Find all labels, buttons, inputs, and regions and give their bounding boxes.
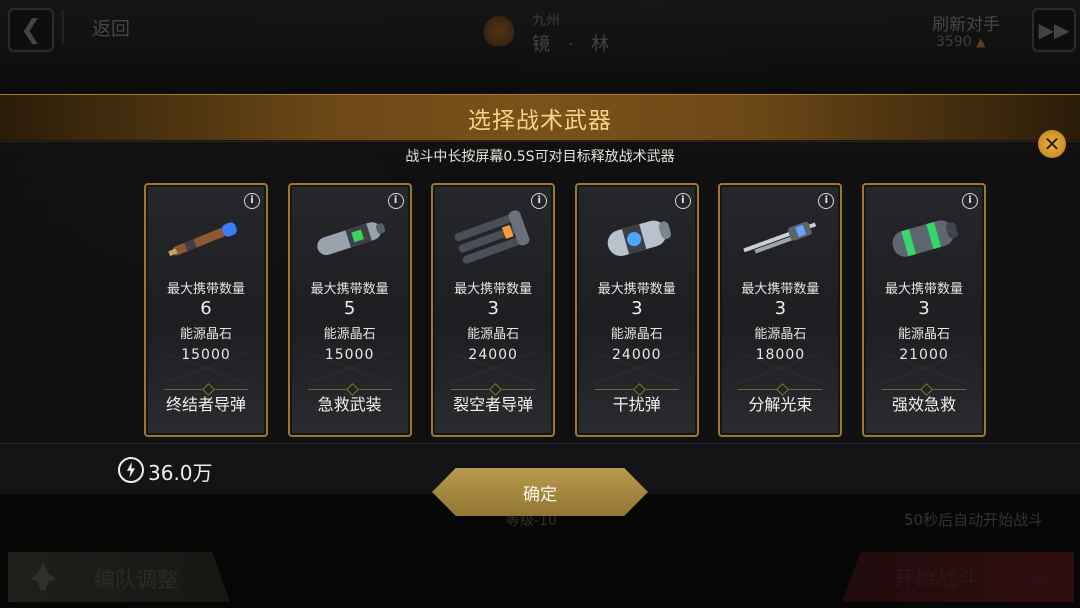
missile-icon bbox=[164, 209, 250, 267]
currency-value: 36.0万 bbox=[148, 461, 213, 485]
energy-crystal-label: 能源晶石 bbox=[754, 327, 807, 342]
max-carry-label: 最大携带数量 bbox=[166, 282, 245, 297]
dialog-title-bar: 选择战术武器 bbox=[0, 94, 1080, 142]
cost-value: 15000 bbox=[181, 347, 231, 363]
energy-currency-icon bbox=[118, 457, 144, 483]
energy-crystal-label: 能源晶石 bbox=[897, 327, 950, 342]
energy-crystal-label: 能源晶石 bbox=[610, 327, 663, 342]
info-icon[interactable]: i bbox=[818, 193, 835, 209]
weapon-card[interactable]: i 最大携带数量 3 能源晶石 21000 强效急救 bbox=[862, 183, 986, 437]
close-button[interactable]: ✕ bbox=[1038, 130, 1066, 158]
max-carry-value: 3 bbox=[487, 298, 499, 319]
dialog-title: 选择战术武器 bbox=[468, 108, 612, 134]
weapon-card[interactable]: i 最大携带数量 6 能源晶石 15000 终结者导弹 bbox=[144, 183, 268, 437]
weapon-card[interactable]: i 最大携带数量 3 能源晶石 18000 分解光束 bbox=[718, 183, 843, 437]
max-carry-label: 最大携带数量 bbox=[597, 282, 676, 297]
max-carry-label: 最大携带数量 bbox=[741, 282, 820, 297]
info-icon[interactable]: i bbox=[674, 193, 691, 209]
cost-value: 15000 bbox=[324, 347, 375, 363]
max-carry-value: 6 bbox=[200, 298, 212, 319]
cost-value: 21000 bbox=[899, 347, 949, 363]
max-carry-value: 3 bbox=[631, 298, 643, 319]
max-carry-label: 最大携带数量 bbox=[310, 282, 389, 297]
close-icon: ✕ bbox=[1043, 132, 1061, 156]
cost-value: 24000 bbox=[468, 347, 518, 363]
jammer-shell-icon bbox=[595, 209, 681, 267]
weapon-name: 干扰弹 bbox=[612, 395, 661, 414]
dialog-hint: 战斗中长按屏幕0.5S可对目标释放战术武器 bbox=[405, 149, 675, 165]
weapon-card-list: i 最大携带数量 6 能源晶石 15000 终结者导弹 i 最大携带数量 5 能… bbox=[144, 183, 986, 437]
weapon-name: 裂空者导弹 bbox=[453, 395, 534, 414]
repair-canister-icon bbox=[308, 209, 394, 267]
energy-crystal-label: 能源晶石 bbox=[467, 327, 520, 342]
info-icon[interactable]: i bbox=[962, 193, 978, 209]
cost-value: 24000 bbox=[612, 347, 662, 363]
weapon-name: 分解光束 bbox=[748, 395, 813, 414]
info-icon[interactable]: i bbox=[531, 193, 548, 209]
max-carry-value: 3 bbox=[918, 298, 930, 319]
energy-crystal-label: 能源晶石 bbox=[323, 327, 376, 342]
beam-rifle-icon bbox=[738, 209, 824, 267]
max-carry-label: 最大携带数量 bbox=[884, 282, 963, 297]
info-icon[interactable]: i bbox=[244, 193, 260, 209]
cost-value: 18000 bbox=[755, 347, 806, 363]
max-carry-label: 最大携带数量 bbox=[454, 282, 533, 297]
confirm-label: 确定 bbox=[523, 484, 557, 505]
weapon-name: 急救武装 bbox=[317, 395, 382, 414]
max-carry-value: 3 bbox=[774, 298, 787, 319]
heal-canister-icon bbox=[882, 209, 968, 267]
missile-pod-icon bbox=[451, 209, 537, 267]
energy-crystal-label: 能源晶石 bbox=[179, 327, 232, 342]
weapon-name: 终结者导弹 bbox=[165, 395, 246, 414]
confirm-button[interactable]: 确定 bbox=[432, 468, 648, 516]
weapon-name: 强效急救 bbox=[891, 395, 956, 414]
info-icon[interactable]: i bbox=[387, 193, 404, 209]
weapon-card[interactable]: i 最大携带数量 3 能源晶石 24000 干扰弹 bbox=[574, 183, 699, 437]
weapon-card[interactable]: i 最大携带数量 5 能源晶石 15000 急救武装 bbox=[287, 183, 412, 437]
max-carry-value: 5 bbox=[343, 298, 356, 319]
weapon-card[interactable]: i 最大携带数量 3 能源晶石 24000 裂空者导弹 bbox=[431, 183, 556, 437]
